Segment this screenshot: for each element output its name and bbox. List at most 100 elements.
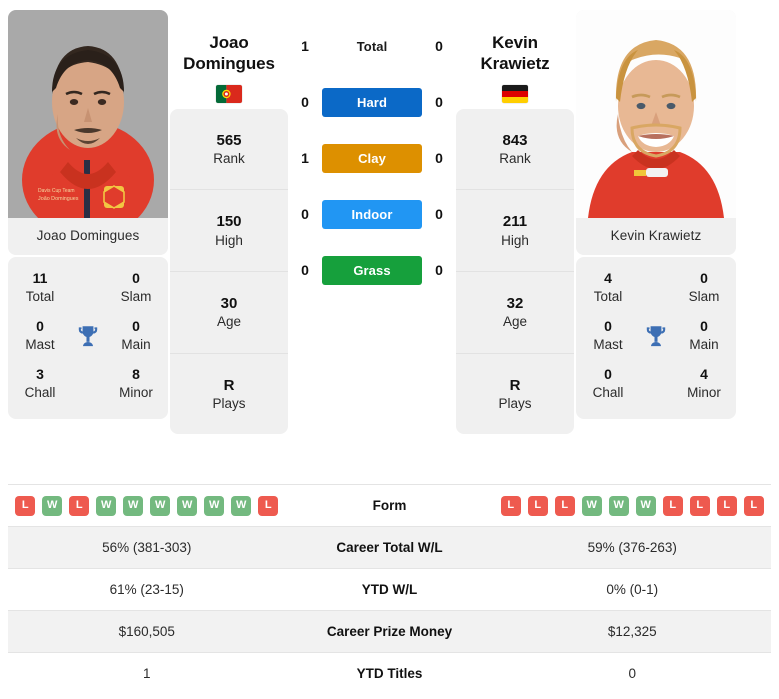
svg-text:João Domingues: João Domingues [38,196,79,202]
right-titles-total: 4 Total [593,270,623,304]
form-badge-loss: L [743,495,764,516]
right-surface-hard-value: 0 [435,94,443,110]
left-info-rank: 565 Rank [170,109,288,191]
right-info-rank: 843 Rank [456,109,574,191]
left-surface-hard-value: 0 [301,94,309,110]
form-badge-loss: L [15,495,36,516]
right-surface-grass-value: 0 [435,262,443,278]
form-badge-loss: L [554,495,575,516]
right-surface-indoor-value: 0 [435,206,443,222]
surface-row-grass: 0 Grass 0 [292,242,452,298]
left-player-name-first: Joao [209,33,249,52]
left-titles-total: 11 Total [25,270,55,304]
trophy-icon [66,323,110,349]
right-career-total-wl: 59% (376-263) [587,540,677,555]
right-surface-total-value: 0 [435,38,443,54]
table-label-form: Form [372,498,407,513]
surface-row-hard: 0 Hard 0 [292,74,452,130]
form-badge-win: W [177,495,198,516]
left-surface-indoor-value: 0 [301,206,309,222]
table-label-career-total-wl: Career Total W/L [336,540,443,555]
left-ytd-titles: 1 [142,666,151,681]
table-row-ytd-titles: 1 YTD Titles 0 [8,653,771,694]
right-player-photo-name: Kevin Krawietz [576,218,736,255]
left-titles-main: 0 Main [121,318,151,352]
flag-portugal-icon [216,84,242,103]
surface-label-indoor[interactable]: Indoor [322,199,422,229]
left-career-prize-money: $160,505 [118,624,175,639]
left-info-high: 150 High [170,190,288,272]
surface-row-clay: 1 Clay 0 [292,130,452,186]
left-form-cell: LWLWWWWWWL [8,488,286,524]
left-player-photo: Davis Cup Team João Domingues [8,10,168,218]
form-badge-loss: L [69,495,90,516]
form-badge-loss: L [689,495,710,516]
left-player-column: Davis Cup Team João Domingues Joao Domin… [8,10,168,420]
table-row-career-total-wl: 56% (381-303) Career Total W/L 59% (376-… [8,527,771,569]
surface-comparison-column: 1 Total 0 0 Hard 0 1 Clay 0 0 Indoor 0 0 [292,10,452,298]
left-titles-mast: 0 Mast [25,318,55,352]
form-badge-win: W [204,495,225,516]
table-row-form: LWLWWWWWWL Form LLLWWWLLLL [8,485,771,527]
form-badge-win: W [608,495,629,516]
form-badge-loss: L [716,495,737,516]
right-titles-main: 0 Main [689,318,719,352]
right-player-name: Kevin Krawietz [456,10,574,75]
right-info-age: 32 Age [456,272,574,354]
right-player-info-column: Kevin Krawietz 843 Rank 211 High 32 Age … [456,10,574,435]
form-badge-loss: L [500,495,521,516]
left-titles-minor: 8 Minor [119,366,153,400]
stats-comparison-table: LWLWWWWWWL Form LLLWWWLLLL 56% (381-303)… [8,484,771,694]
form-badge-loss: L [662,495,683,516]
left-titles-slam: 0 Slam [120,270,152,304]
right-player-photo-card[interactable]: Kevin Krawietz [576,10,736,255]
right-player-name-first: Kevin [492,33,538,52]
left-info-age: 30 Age [170,272,288,354]
left-surface-grass-value: 0 [301,262,309,278]
form-badge-win: W [123,495,144,516]
form-badge-loss: L [258,495,279,516]
left-surface-total-value: 1 [301,38,309,54]
left-ytd-wl: 61% (23-15) [109,582,184,597]
left-player-name-last: Domingues [183,54,275,74]
left-player-name: Joao Domingues [170,10,288,75]
left-player-photo-card[interactable]: Davis Cup Team João Domingues Joao Domin… [8,10,168,255]
surface-label-grass[interactable]: Grass [322,255,422,285]
right-player-titles-card: 4 Total 0 Slam 0 Mast 0 Main 0 Chall 4 M… [576,257,736,420]
surface-label-clay[interactable]: Clay [322,143,422,173]
table-row-career-prize-money: $160,505 Career Prize Money $12,325 [8,611,771,653]
right-form-cell: LLLWWWLLLL [494,488,772,524]
left-info-plays: R Plays [212,376,246,412]
right-ytd-titles: 0 [628,666,636,681]
right-player-name-last: Krawietz [480,54,550,74]
right-player-photo [576,10,736,218]
form-badge-win: W [42,495,63,516]
right-player-column: Kevin Krawietz 4 Total 0 Slam 0 Mast 0 M… [576,10,736,420]
left-player-info-column: Joao Domingues 565 Rank 150 High 30 Age … [170,10,288,435]
surface-row-indoor: 0 Indoor 0 [292,186,452,242]
right-titles-chall: 0 Chall [592,366,624,400]
surface-label-hard[interactable]: Hard [322,87,422,117]
right-player-info-card: 843 Rank 211 High 32 Age R Plays [456,108,574,435]
left-surface-clay-value: 1 [301,150,309,166]
form-badge-win: W [231,495,252,516]
svg-text:Davis Cup Team: Davis Cup Team [38,188,75,194]
right-info-high: 211 High [456,190,574,272]
form-badge-win: W [150,495,171,516]
left-titles-chall: 3 Chall [24,366,56,400]
right-titles-slam: 0 Slam [688,270,720,304]
trophy-icon [634,323,678,349]
left-player-titles-card: 11 Total 0 Slam 0 Mast 0 Main 3 Chall 8 … [8,257,168,420]
right-career-prize-money: $12,325 [607,624,657,639]
form-badge-loss: L [527,495,548,516]
left-career-total-wl: 56% (381-303) [102,540,192,555]
table-label-career-prize-money: Career Prize Money [326,624,453,639]
table-row-ytd-wl: 61% (23-15) YTD W/L 0% (0-1) [8,569,771,611]
right-titles-mast: 0 Mast [593,318,623,352]
form-badge-win: W [581,495,602,516]
left-player-info-card: 565 Rank 150 High 30 Age R Plays [170,108,288,435]
table-label-ytd-titles: YTD Titles [356,666,423,681]
comparison-header: Davis Cup Team João Domingues Joao Domin… [0,0,779,478]
form-badge-win: W [635,495,656,516]
left-form-badges: LWLWWWWWWL [12,495,282,516]
